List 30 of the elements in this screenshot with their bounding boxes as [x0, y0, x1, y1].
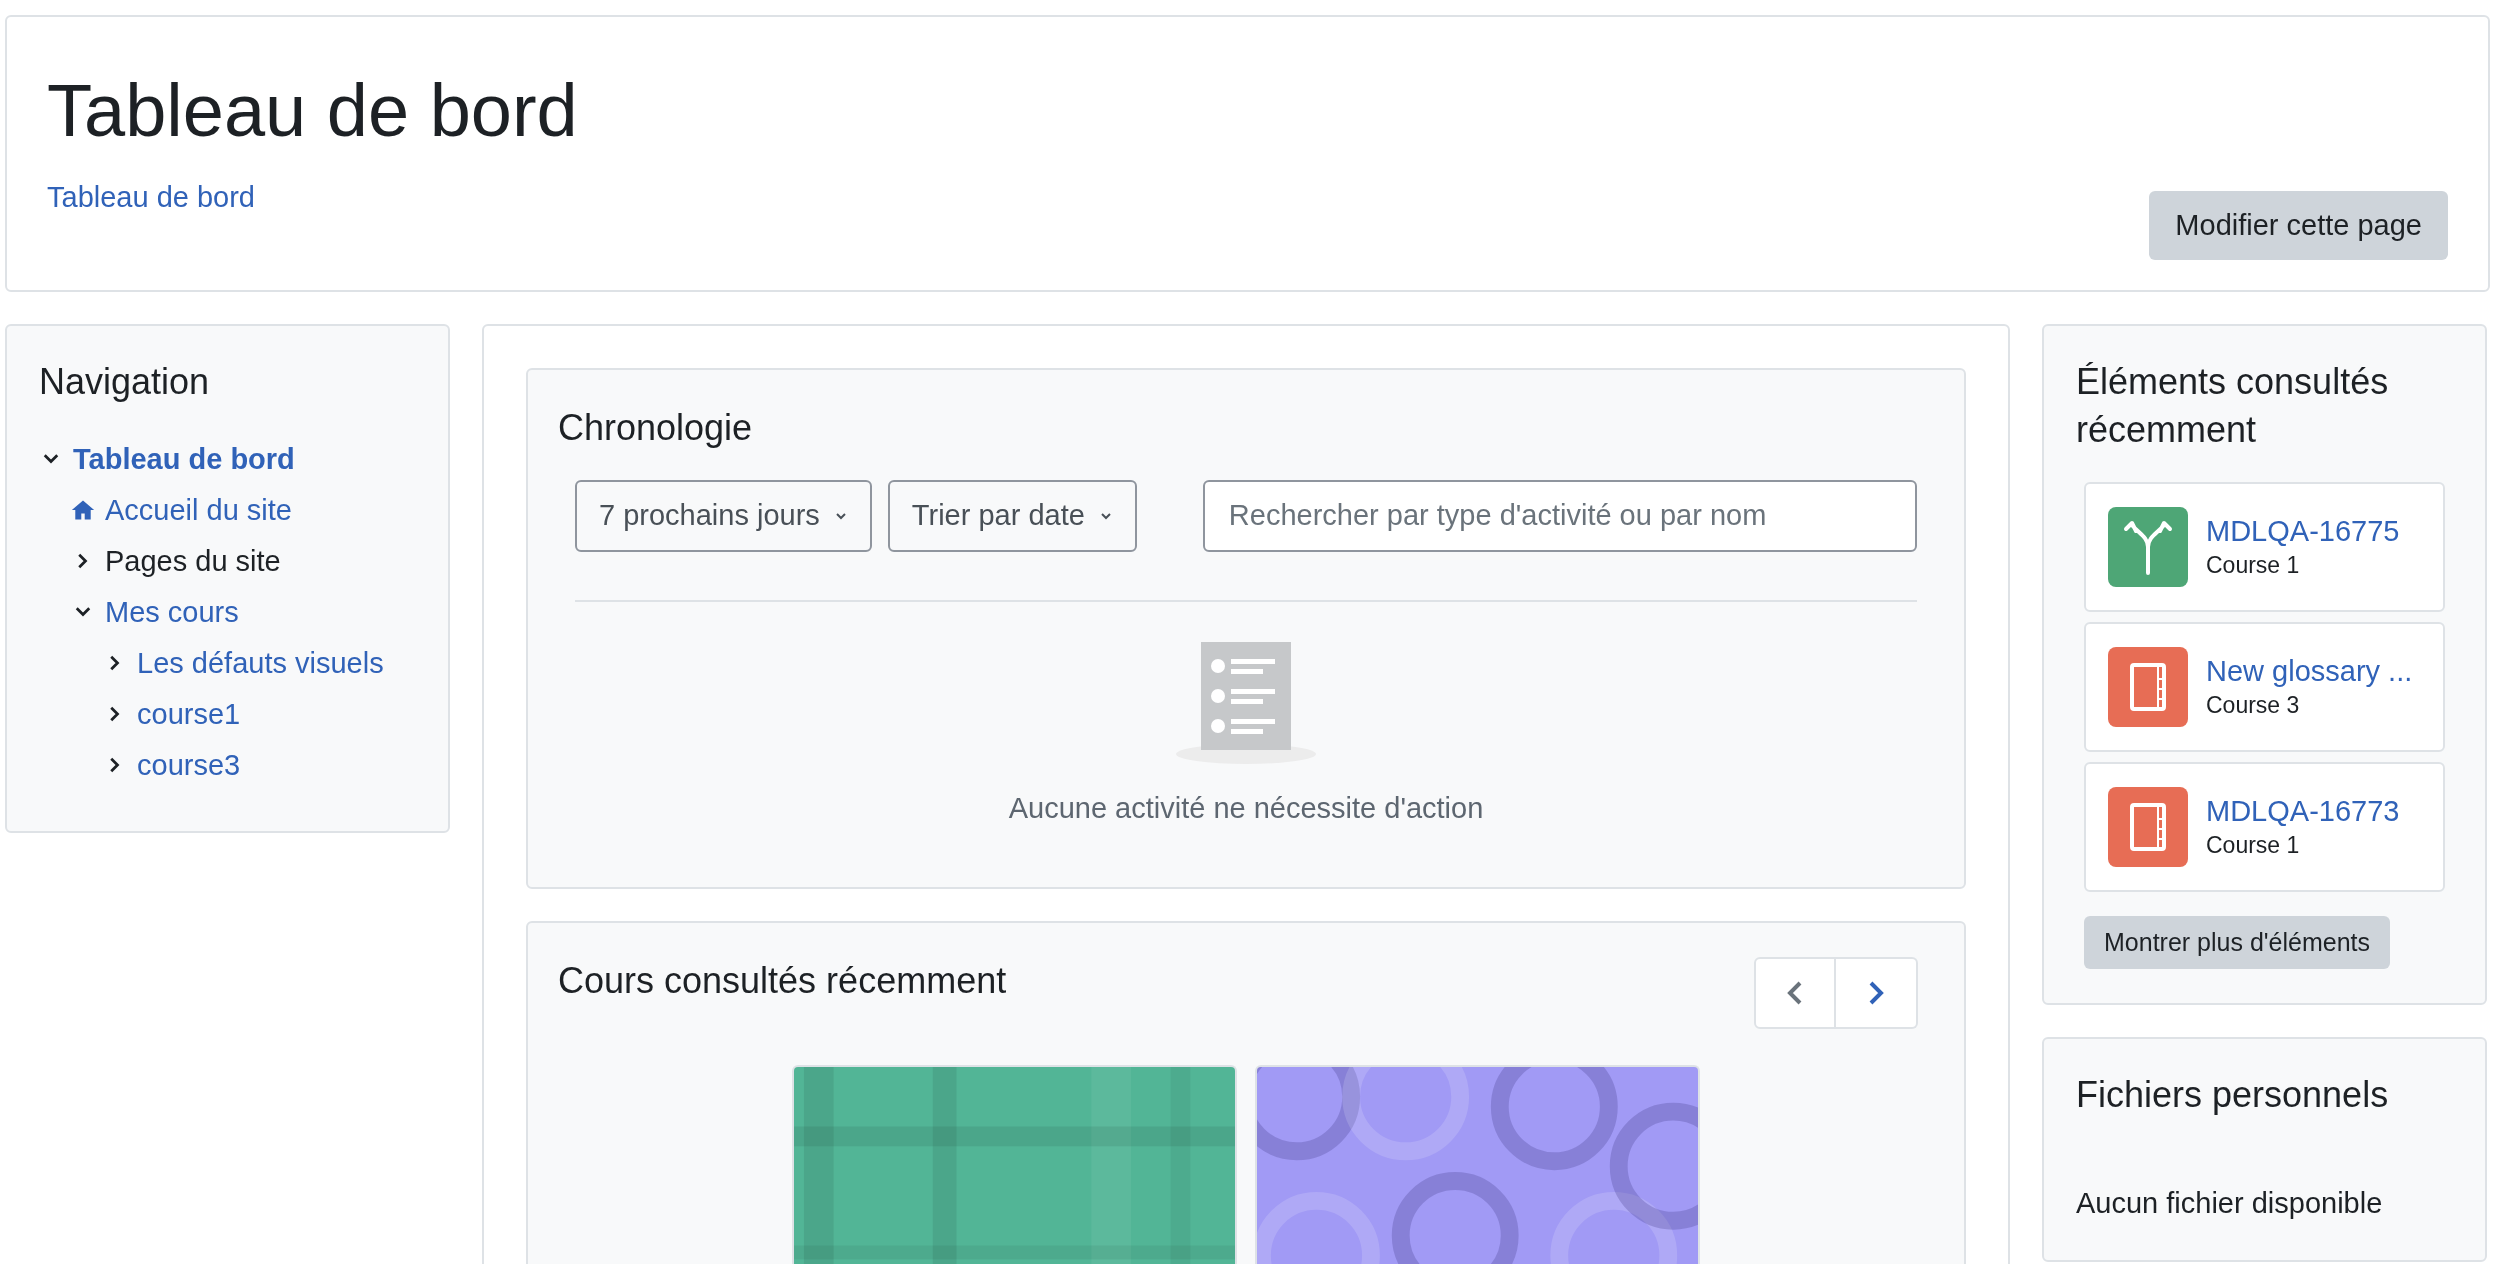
empty-message: Aucune activité ne nécessite d'action [1008, 791, 1484, 825]
course-name: Course 1 [2206, 551, 2301, 579]
recent-item[interactable]: MDLQA-16775 Course 1 [2084, 481, 2445, 612]
breadcrumb-link[interactable]: Tableau de bord [47, 181, 578, 214]
course-name: Course 3 [2206, 691, 2301, 719]
filter-dropdown[interactable]: Trier par date [887, 479, 1137, 552]
nav-link[interactable]: course1 [137, 697, 241, 731]
block-title: Cours consultés récemment [558, 958, 1007, 1003]
item-link[interactable]: MDLQA-16775 [2206, 514, 2400, 548]
course-name: Course 1 [2206, 831, 2301, 859]
edit-page-button[interactable]: Modifier cette page [2149, 191, 2448, 260]
nav-item[interactable]: Pages du site [105, 544, 281, 578]
block-title: Chronologie [558, 406, 754, 450]
empty-message: Aucun fichier disponible [2076, 1185, 2384, 1220]
page-title: Tableau de bord [47, 68, 578, 154]
filter-dropdown[interactable]: 7 prochains jours [575, 479, 872, 552]
block-title: Navigation [39, 360, 211, 404]
nav-link[interactable]: Mes cours [105, 595, 239, 629]
item-link[interactable]: New glossary ... [2206, 654, 2413, 688]
block-title: Éléments consultés récemment [2076, 360, 2390, 452]
nav-link[interactable]: Accueil du site [105, 493, 292, 527]
block-title: Fichiers personnels [2076, 1072, 2390, 1117]
search-field[interactable]: Rechercher par type d'activité ou par nom [1202, 479, 1917, 552]
recent-item[interactable]: MDLQA-16773 Course 1 [2084, 761, 2445, 892]
nav-link[interactable]: course3 [137, 748, 241, 782]
nav-link[interactable]: Les défauts visuels [137, 646, 384, 680]
item-link[interactable]: MDLQA-16773 [2206, 794, 2400, 828]
show-more-button[interactable]: Montrer plus d'éléments [2084, 915, 2390, 969]
nav-link[interactable]: Tableau de bord [73, 442, 295, 476]
recent-item[interactable]: New glossary ... Course 3 [2084, 621, 2445, 752]
